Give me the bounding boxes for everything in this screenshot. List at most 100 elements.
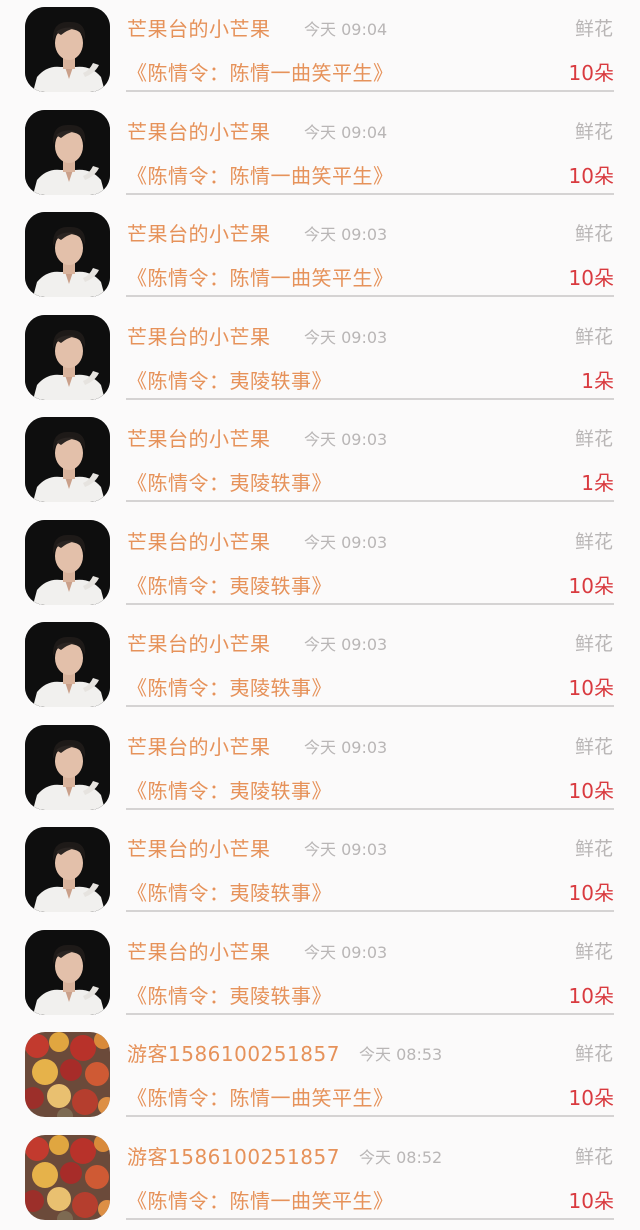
gift-count: 10朵 <box>569 57 614 86</box>
gift-record-row[interactable]: 芒果台的小芒果 今天 09:03 鲜花 《陈情令：夷陵轶事》 1朵 <box>0 410 640 513</box>
avatar[interactable] <box>25 7 110 92</box>
gift-record-row[interactable]: 游客1586100251857 今天 08:52 鲜花 《陈情令：陈情一曲笑平生… <box>0 1128 640 1230</box>
gift-record-row[interactable]: 芒果台的小芒果 今天 09:03 鲜花 《陈情令：夷陵轶事》 1朵 <box>0 308 640 411</box>
timestamp: 今天 09:03 <box>304 836 387 860</box>
gift-record-row[interactable]: 芒果台的小芒果 今天 09:03 鲜花 《陈情令：夷陵轶事》 10朵 <box>0 513 640 616</box>
star-portrait-icon <box>25 7 110 92</box>
avatar[interactable] <box>25 930 110 1015</box>
timestamp: 今天 09:04 <box>304 119 387 143</box>
user-name[interactable]: 芒果台的小芒果 <box>127 218 271 247</box>
user-name[interactable]: 芒果台的小芒果 <box>127 731 271 760</box>
row-divider <box>126 500 614 502</box>
avatar[interactable] <box>25 212 110 297</box>
row-divider <box>126 603 614 605</box>
star-portrait-icon <box>25 110 110 195</box>
timestamp: 今天 09:03 <box>304 939 387 963</box>
show-title[interactable]: 《陈情令：夷陵轶事》 <box>127 365 332 394</box>
timestamp: 今天 09:03 <box>304 221 387 245</box>
gift-type: 鲜花 <box>575 117 613 144</box>
timestamp: 今天 09:03 <box>304 324 387 348</box>
user-name[interactable]: 芒果台的小芒果 <box>127 526 271 555</box>
show-title[interactable]: 《陈情令：夷陵轶事》 <box>127 570 332 599</box>
gift-type: 鲜花 <box>575 219 613 246</box>
gift-count: 1朵 <box>581 365 614 394</box>
row-divider <box>126 705 614 707</box>
show-title[interactable]: 《陈情令：陈情一曲笑平生》 <box>127 1185 394 1214</box>
gift-record-row[interactable]: 芒果台的小芒果 今天 09:03 鲜花 《陈情令：夷陵轶事》 10朵 <box>0 820 640 923</box>
user-name[interactable]: 游客1586100251857 <box>127 1141 340 1170</box>
timestamp: 今天 09:03 <box>304 529 387 553</box>
user-name[interactable]: 芒果台的小芒果 <box>127 833 271 862</box>
timestamp: 今天 08:52 <box>359 1144 442 1168</box>
gift-record-row[interactable]: 芒果台的小芒果 今天 09:04 鲜花 《陈情令：陈情一曲笑平生》 10朵 <box>0 0 640 103</box>
gift-type: 鲜花 <box>575 629 613 656</box>
star-portrait-icon <box>25 930 110 1015</box>
gift-count: 10朵 <box>569 1082 614 1111</box>
gift-count: 10朵 <box>569 775 614 804</box>
timestamp: 今天 09:03 <box>304 426 387 450</box>
row-divider <box>126 193 614 195</box>
gift-count: 10朵 <box>569 980 614 1009</box>
show-title[interactable]: 《陈情令：陈情一曲笑平生》 <box>127 160 394 189</box>
gift-count: 10朵 <box>569 262 614 291</box>
row-divider <box>126 808 614 810</box>
avatar[interactable] <box>25 315 110 400</box>
star-portrait-icon <box>25 622 110 707</box>
show-title[interactable]: 《陈情令：陈情一曲笑平生》 <box>127 262 394 291</box>
gift-count: 1朵 <box>581 467 614 496</box>
gift-type: 鲜花 <box>575 322 613 349</box>
gift-count: 10朵 <box>569 160 614 189</box>
row-divider <box>126 398 614 400</box>
gift-record-list: 芒果台的小芒果 今天 09:04 鲜花 《陈情令：陈情一曲笑平生》 10朵 芒果… <box>0 0 640 1230</box>
gift-record-row[interactable]: 游客1586100251857 今天 08:53 鲜花 《陈情令：陈情一曲笑平生… <box>0 1025 640 1128</box>
avatar[interactable] <box>25 622 110 707</box>
user-name[interactable]: 芒果台的小芒果 <box>127 116 271 145</box>
show-title[interactable]: 《陈情令：夷陵轶事》 <box>127 672 332 701</box>
avatar[interactable] <box>25 520 110 605</box>
gift-record-row[interactable]: 芒果台的小芒果 今天 09:03 鲜花 《陈情令：陈情一曲笑平生》 10朵 <box>0 205 640 308</box>
avatar[interactable] <box>25 827 110 912</box>
user-name[interactable]: 芒果台的小芒果 <box>127 936 271 965</box>
gift-type: 鲜花 <box>575 937 613 964</box>
show-title[interactable]: 《陈情令：陈情一曲笑平生》 <box>127 57 394 86</box>
row-divider <box>126 1013 614 1015</box>
gift-record-row[interactable]: 芒果台的小芒果 今天 09:03 鲜花 《陈情令：夷陵轶事》 10朵 <box>0 615 640 718</box>
star-portrait-icon <box>25 520 110 605</box>
show-title[interactable]: 《陈情令：夷陵轶事》 <box>127 980 332 1009</box>
avatar[interactable] <box>25 1032 110 1117</box>
user-name[interactable]: 芒果台的小芒果 <box>127 423 271 452</box>
user-name[interactable]: 芒果台的小芒果 <box>127 321 271 350</box>
row-divider <box>126 295 614 297</box>
gift-count: 10朵 <box>569 672 614 701</box>
row-divider <box>126 90 614 92</box>
user-name[interactable]: 芒果台的小芒果 <box>127 13 271 42</box>
row-divider <box>126 1115 614 1117</box>
gift-type: 鲜花 <box>575 527 613 554</box>
show-title[interactable]: 《陈情令：夷陵轶事》 <box>127 467 332 496</box>
gift-record-row[interactable]: 芒果台的小芒果 今天 09:03 鲜花 《陈情令：夷陵轶事》 10朵 <box>0 718 640 821</box>
user-name[interactable]: 芒果台的小芒果 <box>127 628 271 657</box>
show-title[interactable]: 《陈情令：夷陵轶事》 <box>127 877 332 906</box>
avatar[interactable] <box>25 417 110 502</box>
gift-count: 10朵 <box>569 570 614 599</box>
timestamp: 今天 08:53 <box>359 1041 442 1065</box>
autumn-leaves-icon <box>25 1032 110 1117</box>
avatar[interactable] <box>25 110 110 195</box>
show-title[interactable]: 《陈情令：陈情一曲笑平生》 <box>127 1082 394 1111</box>
user-name[interactable]: 游客1586100251857 <box>127 1038 340 1067</box>
gift-record-row[interactable]: 芒果台的小芒果 今天 09:03 鲜花 《陈情令：夷陵轶事》 10朵 <box>0 923 640 1026</box>
star-portrait-icon <box>25 827 110 912</box>
show-title[interactable]: 《陈情令：夷陵轶事》 <box>127 775 332 804</box>
row-divider <box>126 1218 614 1220</box>
avatar[interactable] <box>25 1135 110 1220</box>
autumn-leaves-icon <box>25 1135 110 1220</box>
gift-record-row[interactable]: 芒果台的小芒果 今天 09:04 鲜花 《陈情令：陈情一曲笑平生》 10朵 <box>0 103 640 206</box>
gift-count: 10朵 <box>569 1185 614 1214</box>
timestamp: 今天 09:03 <box>304 631 387 655</box>
timestamp: 今天 09:04 <box>304 16 387 40</box>
avatar[interactable] <box>25 725 110 810</box>
star-portrait-icon <box>25 725 110 810</box>
gift-type: 鲜花 <box>575 732 613 759</box>
gift-type: 鲜花 <box>575 834 613 861</box>
gift-type: 鲜花 <box>575 1142 613 1169</box>
